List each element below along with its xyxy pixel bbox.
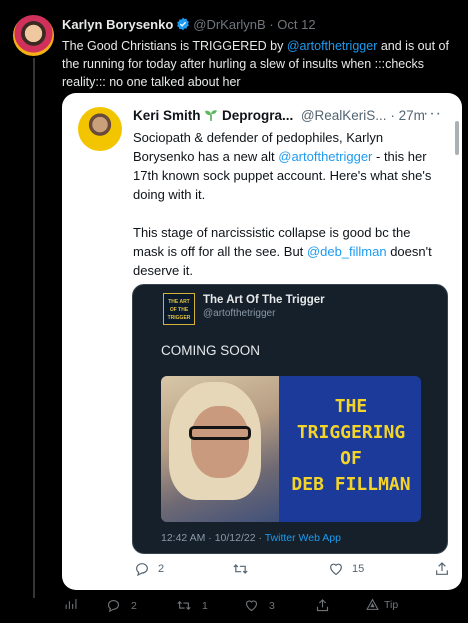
- media-title: THE TRIGGERING OF DEB FILLMAN: [285, 394, 417, 498]
- like-button[interactable]: 3: [244, 598, 275, 613]
- embed-author-handle[interactable]: @artofthetrigger: [203, 308, 275, 319]
- retweet-count: 1: [202, 599, 208, 612]
- seedling-icon: [205, 110, 218, 121]
- reply-icon: [136, 563, 148, 577]
- quoted-time[interactable]: 27m: [399, 108, 425, 123]
- like-count: 3: [269, 599, 275, 612]
- reply-count: 2: [158, 563, 165, 575]
- photo-glasses: [189, 426, 251, 440]
- embed-media-image[interactable]: THE TRIGGERING OF DEB FILLMAN: [161, 376, 421, 522]
- quoted-avatar[interactable]: [78, 107, 122, 151]
- tweet-text: The Good Christians is TRIGGERED by @art…: [62, 37, 460, 91]
- quoted-text: Sociopath & defender of pedophiles, Karl…: [133, 128, 445, 299]
- separator: ·: [269, 17, 274, 32]
- quoted-action-bar: 2 15: [62, 561, 462, 581]
- reply-count: 2: [131, 599, 137, 612]
- tweet-date[interactable]: Oct 12: [277, 17, 315, 32]
- media-title-line: OF: [340, 448, 362, 469]
- author-handle[interactable]: @DrKarlynB: [193, 17, 265, 32]
- share-icon: [436, 562, 448, 575]
- quoted-author-name[interactable]: Keri Smith Deprogra...: [133, 108, 293, 123]
- reply-button[interactable]: 2: [106, 598, 137, 613]
- retweet-icon: [233, 564, 248, 574]
- media-title-line: TRIGGERING: [296, 422, 406, 443]
- mention-link[interactable]: @deb_fillman: [307, 244, 387, 259]
- mention-link[interactable]: @artofthetrigger: [287, 39, 378, 53]
- analytics-icon: [65, 599, 77, 609]
- share-button[interactable]: [315, 598, 330, 613]
- embedded-tweet[interactable]: THE ART OF THE TRIGGER The Art Of The Tr…: [132, 284, 448, 554]
- share-button[interactable]: [434, 561, 450, 577]
- reply-icon: [107, 599, 120, 613]
- quoted-paragraph: Sociopath & defender of pedophiles, Karl…: [133, 128, 445, 204]
- scrollbar[interactable]: [455, 121, 459, 155]
- logo-text: THE ART: [168, 299, 190, 305]
- retweet-icon: [177, 600, 191, 611]
- heart-icon: [245, 600, 258, 612]
- media-title-line: DEB FILLMAN: [291, 474, 411, 495]
- verified-badge-icon: [176, 17, 190, 34]
- like-count: 15: [352, 563, 365, 575]
- retweet-button[interactable]: [232, 561, 257, 577]
- quoted-paragraph: This stage of narcissistic collapse is g…: [133, 223, 445, 280]
- mention-link[interactable]: @artofthetrigger: [278, 149, 372, 164]
- quoted-handle[interactable]: @RealKeriS...: [301, 108, 387, 123]
- quoted-header: Keri Smith Deprogra... @RealKeriS... · 2…: [133, 108, 425, 123]
- logo-text: OF THE: [169, 307, 189, 313]
- tip-label: Tip: [384, 598, 399, 611]
- quoted-name-prefix: Keri Smith: [133, 108, 201, 123]
- media-title-line: THE: [334, 396, 368, 417]
- avatar[interactable]: [13, 15, 54, 56]
- embed-text: COMING SOON: [161, 343, 261, 358]
- tweet-action-bar: 2 1 3 Tip: [0, 598, 468, 620]
- embed-timestamp: 12:42 AM · 10/12/22 · Twitter Web App: [161, 532, 341, 544]
- tip-icon: [366, 598, 379, 610]
- embed-author-name[interactable]: The Art Of The Trigger: [203, 294, 325, 306]
- retweet-button[interactable]: 1: [176, 598, 208, 613]
- thread-line: [33, 58, 35, 598]
- embed-source-link[interactable]: Twitter Web App: [265, 532, 341, 544]
- analytics-button[interactable]: [64, 598, 77, 611]
- tip-button[interactable]: Tip: [366, 598, 398, 611]
- portrait-photo: [161, 376, 279, 522]
- tweet-text-part: The Good Christians is TRIGGERED by: [62, 39, 287, 53]
- like-button[interactable]: 15: [328, 561, 364, 577]
- more-options-icon[interactable]: ···: [423, 105, 442, 123]
- author-name[interactable]: Karlyn Borysenko: [62, 17, 173, 32]
- quoted-name-suffix: Deprogra...: [222, 108, 294, 123]
- quoted-tweet-card[interactable]: Keri Smith Deprogra... @RealKeriS... · 2…: [62, 93, 462, 590]
- share-icon: [316, 599, 329, 612]
- photo-face: [191, 406, 249, 478]
- tweet-header: Karlyn Borysenko @DrKarlynB · Oct 12: [62, 17, 316, 34]
- heart-icon: [330, 563, 342, 576]
- logo-text: TRIGGER: [167, 315, 191, 321]
- embed-time: 12:42 AM · 10/12/22 ·: [161, 532, 265, 544]
- embed-avatar-logo[interactable]: THE ART OF THE TRIGGER: [163, 293, 195, 325]
- reply-button[interactable]: 2: [134, 561, 164, 577]
- separator: ·: [390, 108, 395, 123]
